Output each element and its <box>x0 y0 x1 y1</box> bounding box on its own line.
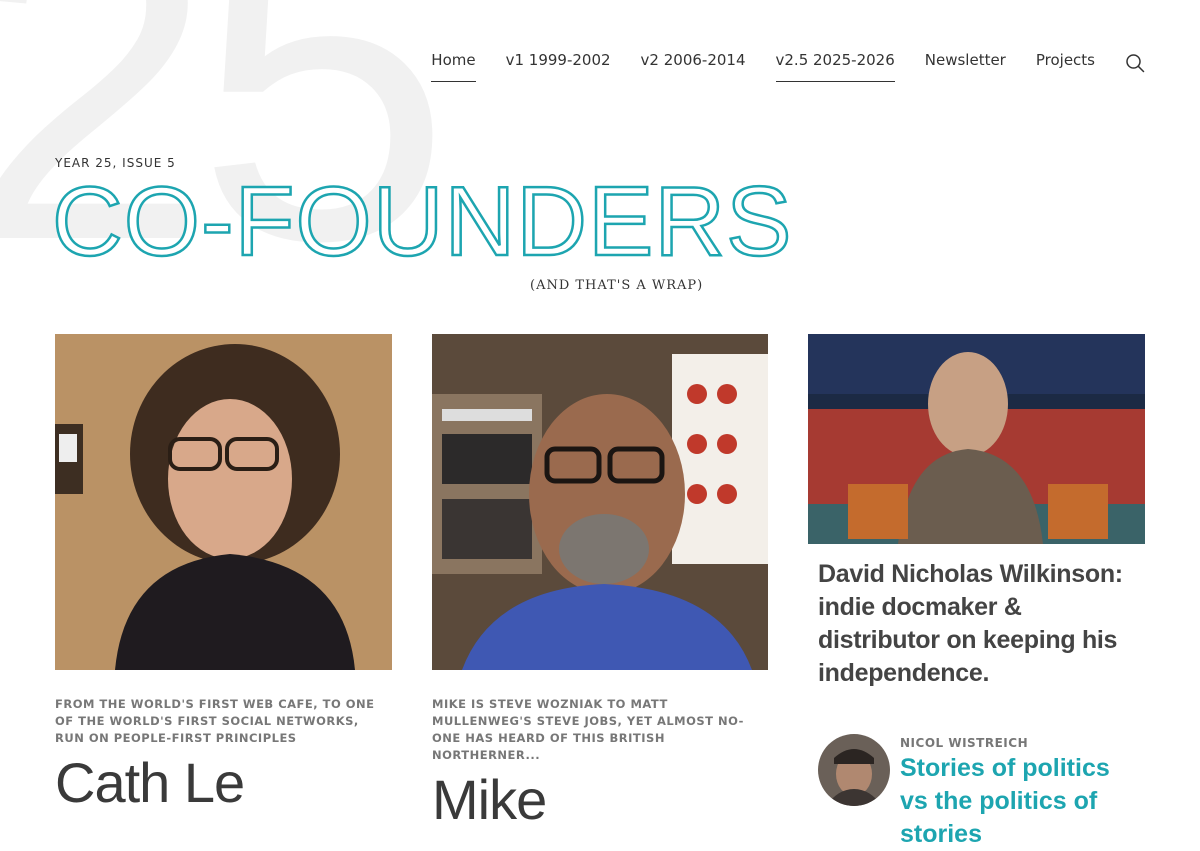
avatar[interactable] <box>818 734 890 806</box>
feature-image-david[interactable] <box>808 334 1145 544</box>
nav-item-projects[interactable]: Projects <box>1036 50 1095 81</box>
nav-item-v1[interactable]: v1 1999-2002 <box>506 50 611 81</box>
nav-item-v2-5[interactable]: v2.5 2025-2026 <box>775 50 895 82</box>
card-title[interactable]: Mike <box>432 772 768 828</box>
nav-item-v2[interactable]: v2 2006-2014 <box>641 50 746 81</box>
nav-item-home[interactable]: Home <box>431 50 476 82</box>
card-kicker: MIKE IS STEVE WOZNIAK TO MATT MULLENWEG'… <box>432 697 744 762</box>
article-card-cath[interactable]: FROM THE WORLD'S FIRST WEB CAFE, TO ONE … <box>55 334 392 811</box>
main-navigation: Home v1 1999-2002 v2 2006-2014 v2.5 2025… <box>401 50 1145 82</box>
related-title-link[interactable]: Stories of politics vs the politics of s… <box>900 752 1125 851</box>
card-title[interactable]: Cath Le <box>55 755 392 811</box>
search-icon[interactable] <box>1125 53 1145 73</box>
feature-title[interactable]: David Nicholas Wilkinson: indie docmaker… <box>818 558 1138 690</box>
page-title: CO-FOUNDERS <box>51 166 793 276</box>
feature-card-david[interactable]: David Nicholas Wilkinson: indie docmaker… <box>808 334 1145 851</box>
portrait-image-cath[interactable] <box>55 334 392 670</box>
related-author: NICOL WISTREICH <box>900 736 1029 750</box>
portrait-image-mike[interactable] <box>432 334 768 670</box>
page-subtitle: (AND THAT'S A WRAP) <box>530 278 704 293</box>
article-card-mike[interactable]: MIKE IS STEVE WOZNIAK TO MATT MULLENWEG'… <box>432 334 768 828</box>
card-kicker: FROM THE WORLD'S FIRST WEB CAFE, TO ONE … <box>55 697 375 745</box>
related-article[interactable]: NICOL WISTREICH Stories of politics vs t… <box>818 734 1145 851</box>
nav-item-newsletter[interactable]: Newsletter <box>925 50 1006 81</box>
